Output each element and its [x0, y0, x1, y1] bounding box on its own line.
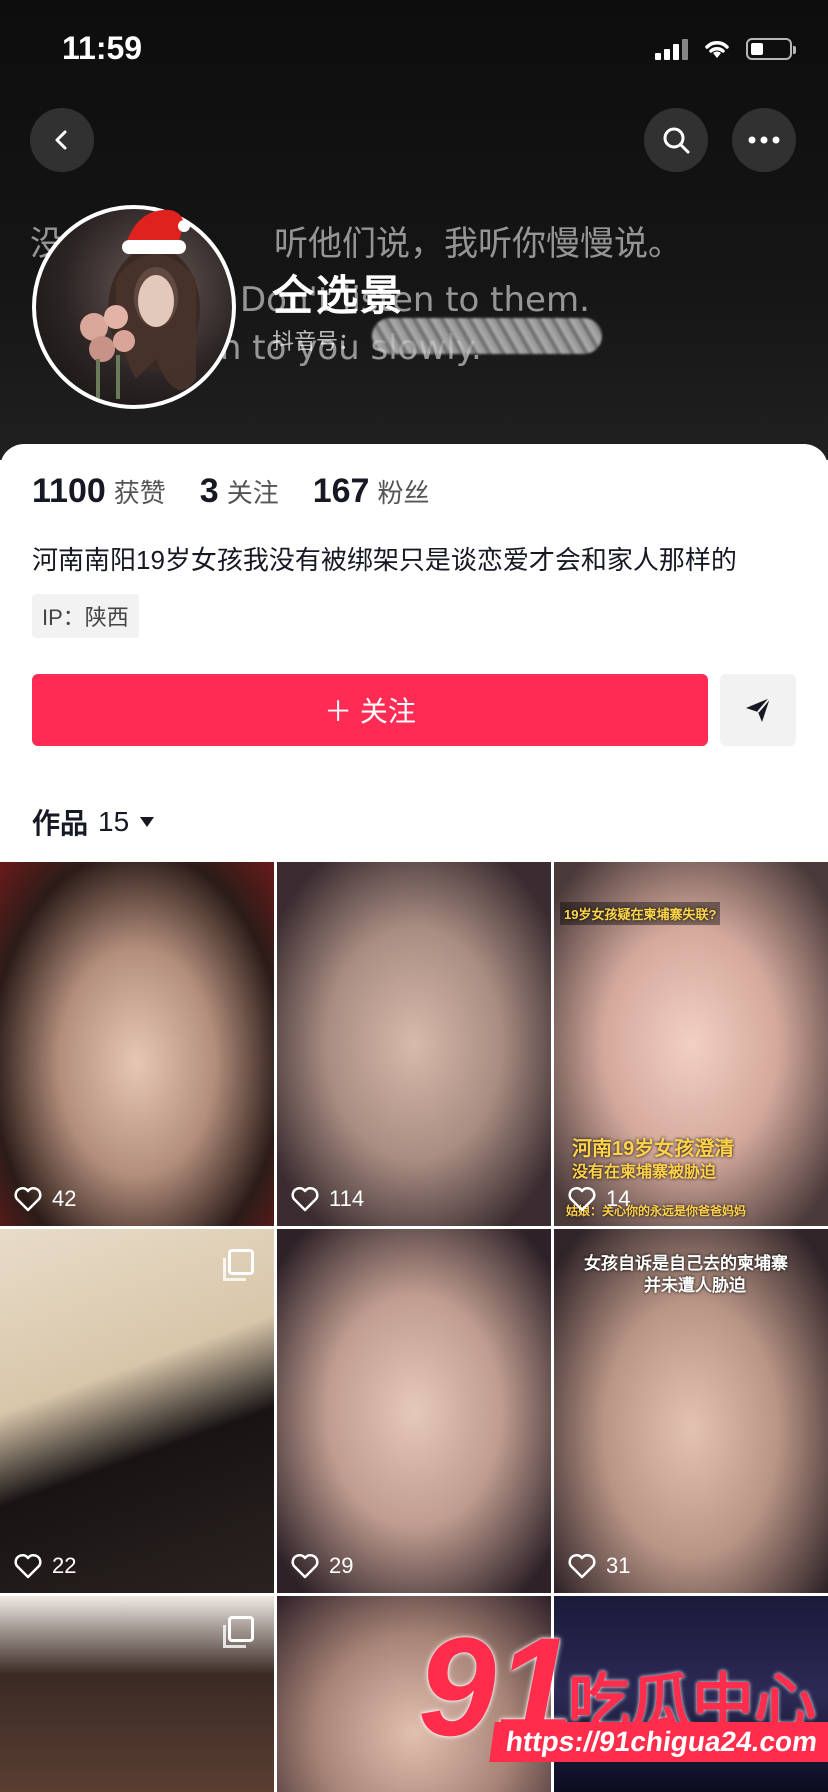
video-likes: 42 [14, 1186, 76, 1212]
video-likes: 114 [291, 1186, 364, 1212]
redacted-id [372, 318, 602, 354]
heart-icon [291, 1553, 319, 1579]
works-label: 作品 [32, 808, 89, 839]
heart-icon [291, 1186, 319, 1212]
multi-image-icon [223, 1249, 254, 1281]
chevron-left-icon [55, 130, 67, 150]
quote-line-1b: 听他们说，我听你慢慢说。 [274, 224, 682, 264]
search-icon [663, 127, 690, 154]
status-bar: 11:59 [0, 0, 828, 100]
caret-down-icon [140, 817, 155, 827]
video-tile[interactable]: 114 [277, 862, 551, 1226]
video-overlay-text: 19岁女孩疑在柬埔寨失联? [560, 902, 721, 925]
profile-card: 1100 获赞 3 关注 167 粉丝 河南南阳19岁女孩我没有被绑架只是谈恋爱才会和… [0, 444, 828, 864]
wifi-icon [705, 41, 729, 58]
username: 仝选景 [272, 272, 405, 319]
tab-works[interactable]: 作品 15 [32, 802, 155, 842]
video-tile[interactable]: 女孩自诉是自己去的柬埔寨 并未遭人胁迫 31 [554, 1229, 828, 1593]
stat-likes[interactable]: 1100 获赞 [32, 472, 166, 511]
multi-image-icon [223, 1616, 254, 1648]
video-tile[interactable]: 29 [277, 1229, 551, 1593]
share-button[interactable] [720, 674, 796, 746]
video-likes: 22 [14, 1553, 76, 1579]
back-button[interactable] [30, 108, 94, 172]
video-tile[interactable]: 19岁女孩疑在柬埔寨失联? 河南19岁女孩澄清 没有在柬埔寨被胁迫 姑娘：关心你… [554, 862, 828, 1226]
video-likes: 31 [568, 1553, 630, 1579]
bio-text: 河南南阳19岁女孩我没有被绑架只是谈恋爱才会和家人那样的 [32, 545, 737, 575]
watermark: 91 吃瓜中心 https://91chigua24.com [418, 1612, 828, 1792]
video-tile[interactable]: 22 [0, 1229, 274, 1593]
stat-following[interactable]: 3 关注 [200, 472, 279, 511]
video-likes: 29 [291, 1553, 353, 1579]
video-overlay-text-2: 并未遭人胁迫 [644, 1276, 746, 1295]
stat-followers[interactable]: 167 粉丝 [313, 472, 430, 511]
video-likes: 14 [568, 1186, 630, 1212]
signal-icon [655, 38, 688, 60]
douyin-id-label: 抖音号： [272, 329, 361, 354]
heart-icon [568, 1553, 596, 1579]
status-icons [655, 38, 796, 60]
heart-icon [568, 1186, 596, 1212]
ip-tag: IP：陕西 [32, 594, 139, 638]
santa-hat-icon [122, 209, 190, 254]
watermark-url: https://91chigua24.com [489, 1722, 828, 1762]
search-button[interactable] [644, 108, 708, 172]
send-icon [746, 697, 771, 722]
profile-header: 没听他们说，我听你慢慢说。 Don't listen to them. I'll… [0, 0, 828, 460]
video-caption-1: 河南19岁女孩澄清 [572, 1138, 735, 1160]
follow-button[interactable]: ＋ 关注 [32, 674, 708, 746]
video-tile[interactable]: 42 [0, 862, 274, 1226]
more-dots-icon [748, 136, 780, 144]
heart-icon [14, 1553, 42, 1579]
video-tile[interactable] [0, 1596, 274, 1792]
stats-row: 1100 获赞 3 关注 167 粉丝 [32, 472, 429, 511]
heart-icon [14, 1186, 42, 1212]
works-count: 15 [98, 806, 130, 837]
more-button[interactable] [732, 108, 796, 172]
battery-icon [746, 38, 796, 60]
status-time: 11:59 [62, 30, 143, 66]
video-caption-2: 没有在柬埔寨被胁迫 [572, 1164, 717, 1181]
